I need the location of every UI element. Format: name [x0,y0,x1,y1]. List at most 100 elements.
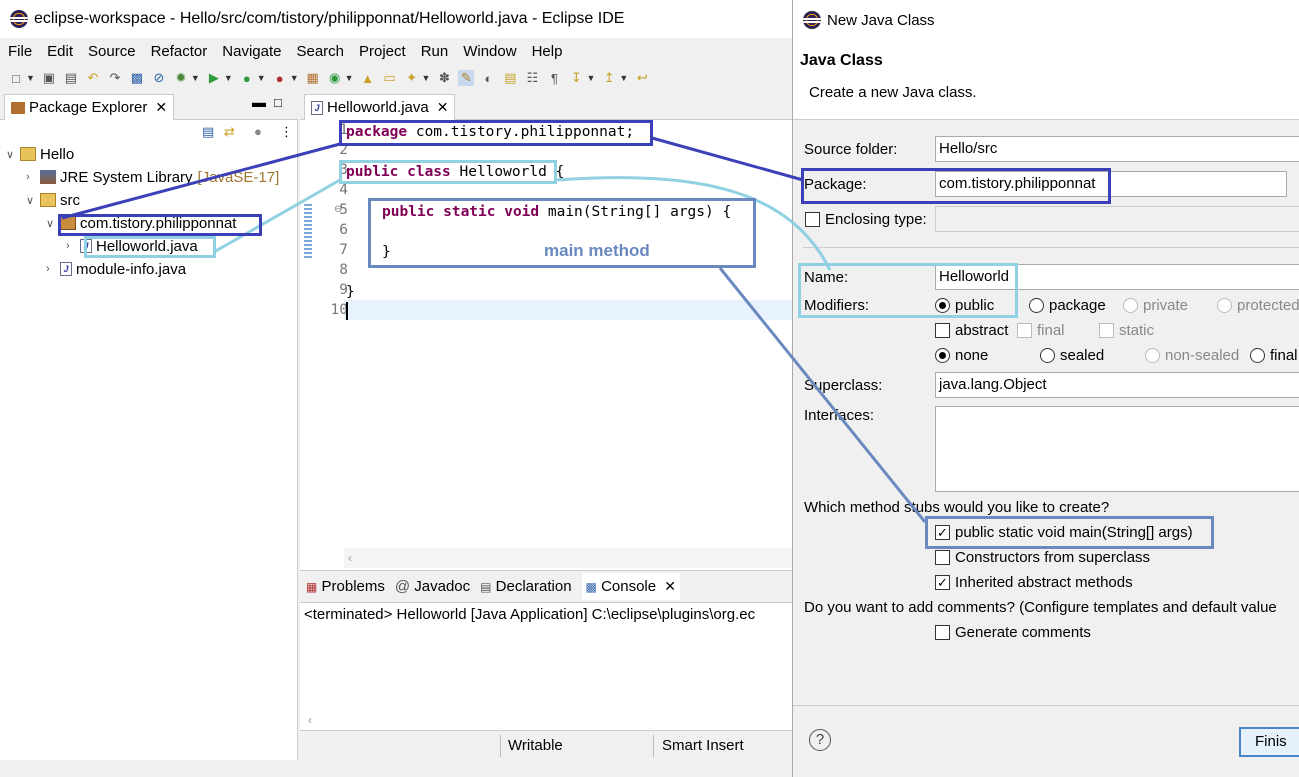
stub-main-checkbox[interactable]: ✓ [935,525,950,540]
chevron-down-icon[interactable]: ∨ [46,217,60,230]
new-icon[interactable]: □ [8,70,24,86]
close-icon[interactable]: ✕ [437,99,449,116]
tree-project[interactable]: ∨ Hello [6,143,74,165]
prev-annotation-dropdown-icon[interactable]: ▼ [619,73,628,83]
paragraph-icon[interactable]: ¶ [546,70,562,86]
save-icon[interactable]: ▣ [41,70,57,86]
tree-package[interactable]: ∨ com.tistory.philipponnat [46,212,236,234]
name-field[interactable]: Helloworld [935,264,1299,290]
external-tools-icon[interactable]: ● [272,70,288,86]
menu-source[interactable]: Source [88,43,136,60]
menu-help[interactable]: Help [532,43,563,60]
editor-tab-label: Helloworld.java [327,99,429,116]
link-editor-icon[interactable]: ⇄ [224,124,235,140]
menu-refactor[interactable]: Refactor [151,43,208,60]
tab-declaration[interactable]: ▤ Declaration [480,578,571,595]
modifier-package-radio[interactable] [1029,298,1044,313]
coverage-dropdown-icon[interactable]: ▼ [257,73,266,83]
new-class-dropdown-icon[interactable]: ▼ [345,73,354,83]
show-whitespace-icon[interactable]: ☷ [524,70,540,86]
annotation-icon[interactable]: ✽ [436,70,452,86]
run-icon[interactable]: ▶ [206,70,222,86]
console-scroll-left-icon[interactable]: ‹ [308,713,312,727]
debug-icon[interactable]: ✹ [173,70,189,86]
tree-file[interactable]: › J Helloworld.java [66,235,198,257]
filters-icon[interactable]: ● [254,124,262,139]
prev-annotation-icon[interactable]: ↥ [601,70,617,86]
chevron-down-icon[interactable]: ∨ [26,194,40,207]
menu-project[interactable]: Project [359,43,406,60]
superclass-field[interactable]: java.lang.Object [935,372,1299,398]
modifier-private-radio[interactable] [1123,298,1138,313]
fold-icon[interactable]: ⊖ [334,204,342,215]
source-folder-field[interactable]: Hello/src [935,136,1299,162]
search-dropdown-icon[interactable]: ▼ [422,73,431,83]
chevron-right-icon[interactable]: › [26,171,40,183]
enclosing-type-checkbox[interactable] [805,212,820,227]
interfaces-list[interactable] [935,406,1299,492]
stub-constructors-checkbox[interactable] [935,550,950,565]
run-dropdown-icon[interactable]: ▼ [224,73,233,83]
package-field[interactable]: com.tistory.philipponnat [935,171,1287,197]
non-sealed-radio[interactable] [1145,348,1160,363]
chevron-right-icon[interactable]: › [46,263,60,275]
modifier-public-radio[interactable] [935,298,950,313]
horizontal-scrollbar[interactable]: ‹ [344,548,792,568]
highlight-icon[interactable]: ✎ [458,70,475,86]
finish-button[interactable]: Finis [1239,727,1299,757]
final-checkbox[interactable] [1017,323,1032,338]
sealed-radio[interactable] [1040,348,1055,363]
static-checkbox[interactable] [1099,323,1114,338]
abstract-checkbox[interactable] [935,323,950,338]
chevron-right-icon[interactable]: › [66,240,80,252]
menu-window[interactable]: Window [463,43,516,60]
modifier-protected-radio[interactable] [1217,298,1232,313]
tab-helloworld-java[interactable]: J Helloworld.java ✕ [304,94,456,120]
minimize-icon[interactable]: ▬ [252,94,266,110]
code-line-close-main: } [382,244,391,260]
menu-navigate[interactable]: Navigate [222,43,281,60]
block-select-icon[interactable]: ▤ [502,70,518,86]
new-dropdown-icon[interactable]: ▼ [26,73,35,83]
close-icon[interactable]: ✕ [664,578,676,594]
undo-icon[interactable]: ↶ [85,70,101,86]
tree-jre[interactable]: › JRE System Library [JavaSE-17] [26,166,279,188]
menu-run[interactable]: Run [421,43,449,60]
chevron-down-icon[interactable]: ∨ [6,148,20,161]
maximize-icon[interactable]: □ [274,95,282,110]
final-radio[interactable] [1250,348,1265,363]
stub-inherited-checkbox[interactable]: ✓ [935,575,950,590]
back-icon[interactable]: ↩ [634,70,650,86]
menu-search[interactable]: Search [296,43,344,60]
external-tools-dropdown-icon[interactable]: ▼ [290,73,299,83]
new-class-icon[interactable]: ◉ [327,70,343,86]
skip-breakpoints-icon[interactable]: ⊘ [151,70,167,86]
open-type-icon[interactable]: ▲ [360,70,376,86]
menu-edit[interactable]: Edit [47,43,73,60]
redo-icon[interactable]: ↷ [107,70,123,86]
save-all-icon[interactable]: ▤ [63,70,79,86]
next-annotation-dropdown-icon[interactable]: ▼ [586,73,595,83]
view-menu-icon[interactable]: ⋮ [280,124,293,140]
new-package-icon[interactable]: ▦ [305,70,321,86]
tree-src[interactable]: ∨ src [26,189,80,211]
tree-module[interactable]: › J module-info.java [46,258,186,280]
open-folder-icon[interactable]: ▭ [382,70,398,86]
tab-problems[interactable]: ▦ Problems [306,578,385,595]
generate-comments-checkbox[interactable] [935,625,950,640]
coverage-icon[interactable]: ● [239,70,255,86]
search-icon[interactable]: ✦ [404,70,420,86]
help-button[interactable]: ? [809,729,831,751]
tab-javadoc[interactable]: @ Javadoc [395,578,470,595]
close-icon[interactable]: ✕ [155,99,167,116]
none-radio[interactable] [935,348,950,363]
code-area[interactable]: 1 2 3 4 5 ⊖ 6 7 8 9 10 package com.tisto… [314,120,792,540]
tab-package-explorer[interactable]: Package Explorer ✕ [4,94,175,120]
occurrence-icon[interactable]: ◐ [480,70,496,86]
tab-console[interactable]: ▩ Console ✕ [581,573,681,600]
debug-dropdown-icon[interactable]: ▼ [191,73,200,83]
terminal-icon[interactable]: ▩ [129,70,145,86]
next-annotation-icon[interactable]: ↧ [568,70,584,86]
menu-file[interactable]: File [8,43,32,60]
collapse-all-icon[interactable]: ▤ [202,124,214,140]
